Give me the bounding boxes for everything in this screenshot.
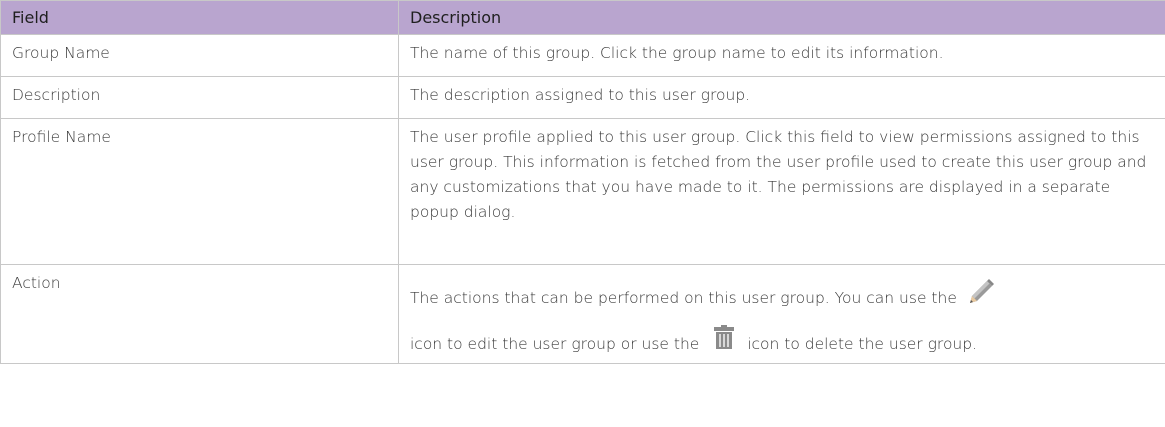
description-cell: The name of this group. Click the group … (398, 34, 1165, 77)
table-row: Action The actions that can be performed… (0, 264, 1165, 364)
description-cell: The user profile applied to this user gr… (398, 118, 1165, 265)
table-row: Group Name The name of this group. Click… (0, 34, 1165, 77)
pencil-icon (966, 279, 994, 315)
action-text-part2: icon to edit the user group or use the (410, 335, 700, 353)
field-cell: Group Name (0, 34, 399, 77)
field-cell: Description (0, 76, 399, 119)
field-description-table: Field Description Group Name The name of… (0, 0, 1165, 364)
table-row: Profile Name The user profile applied to… (0, 118, 1165, 265)
trash-icon (714, 325, 735, 357)
action-line-2: icon to edit the user group or use the i… (410, 325, 1154, 357)
action-line-1: The actions that can be performed on thi… (410, 279, 1154, 315)
table-row: Description The description assigned to … (0, 76, 1165, 119)
header-description: Description (398, 0, 1165, 35)
action-text-part3: icon to delete the user group. (747, 335, 978, 353)
header-field: Field (0, 0, 399, 35)
header-row: Field Description (0, 0, 1165, 35)
field-cell: Profile Name (0, 118, 399, 265)
action-text-part1: The actions that can be performed on thi… (410, 289, 957, 307)
description-cell: The actions that can be performed on thi… (398, 264, 1165, 364)
field-cell: Action (0, 264, 399, 364)
description-cell: The description assigned to this user gr… (398, 76, 1165, 119)
